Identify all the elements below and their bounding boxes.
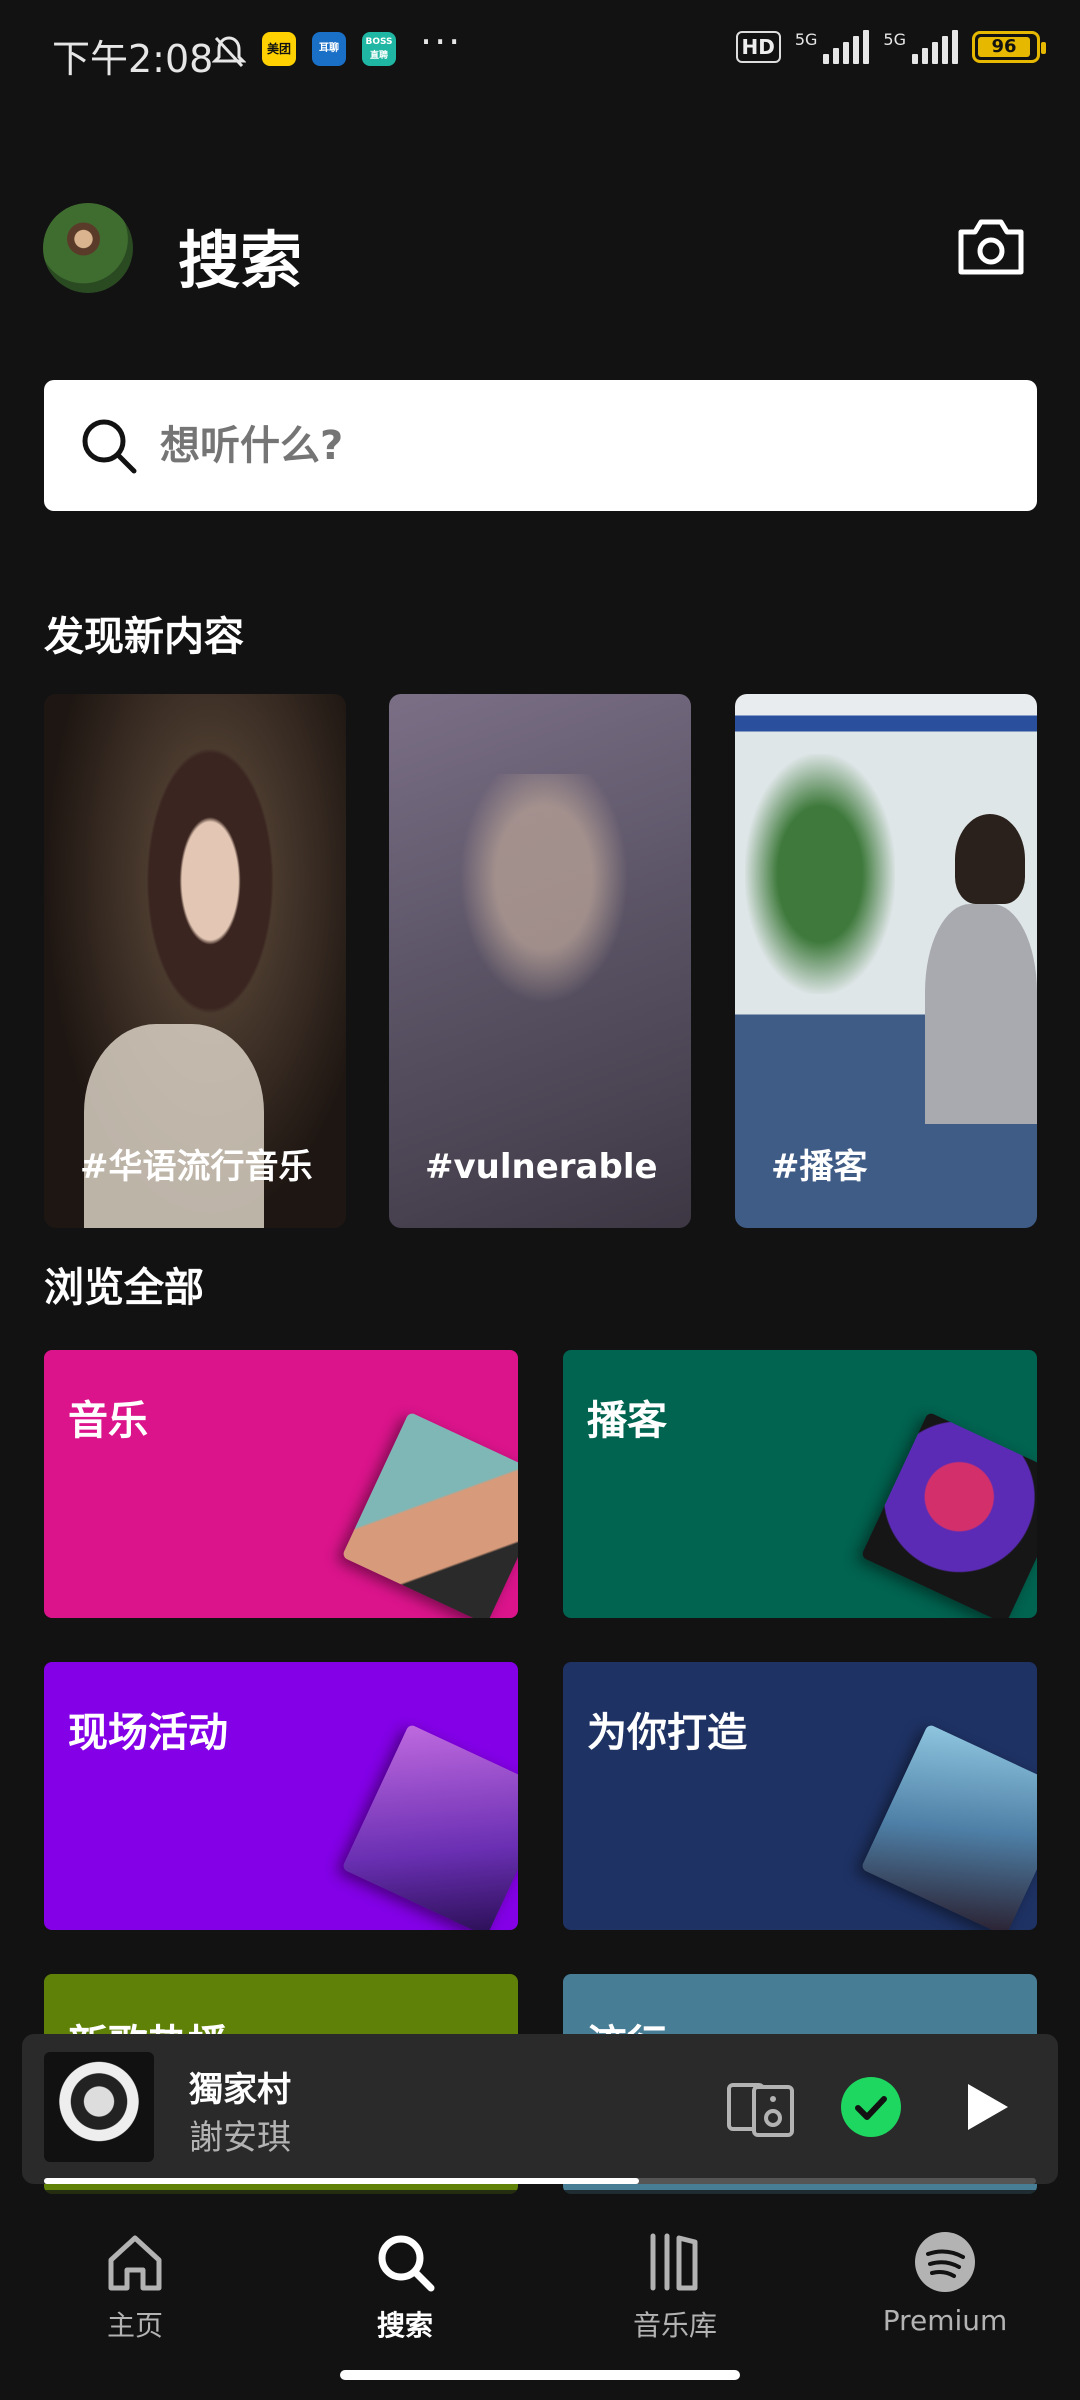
boss-zhipin-app-icon: BOSS直聘 [362,32,396,66]
track-title: 獨家村 [189,2070,291,2110]
tile-artwork [341,1411,518,1618]
app-notification-icon: 耳聊 [312,32,346,66]
camera-icon[interactable] [955,214,1027,278]
now-playing-bar[interactable]: 獨家村 謝安琪 [22,2034,1058,2184]
browse-tile-music[interactable]: 音乐 [44,1350,518,1618]
discover-card-tag: #华语流行音乐 [80,1147,313,1187]
nav-premium[interactable]: Premium [845,2230,1045,2337]
discover-card[interactable]: #vulnerable [389,694,691,1228]
play-icon[interactable] [962,2080,1012,2134]
nav-home[interactable]: 主页 [35,2230,235,2344]
playback-progress[interactable] [44,2178,1036,2184]
discover-card[interactable]: #播客 [735,694,1037,1228]
signal-strength-icon [912,30,958,64]
page-title: 搜索 [178,224,303,297]
home-icon [108,2235,162,2291]
home-indicator[interactable] [340,2370,740,2380]
discover-section-title: 发现新内容 [44,614,244,660]
album-art [44,2052,154,2162]
search-input[interactable] [160,422,960,469]
library-icon [650,2233,698,2291]
nav-library[interactable]: 音乐库 [575,2230,775,2344]
browse-section-title: 浏览全部 [44,1265,204,1311]
signal-strength-icon [823,30,870,64]
spotify-icon [915,2232,975,2292]
connect-device-icon[interactable] [726,2082,796,2138]
status-time: 下午2:08 [52,37,214,81]
meituan-app-icon: 美团 [262,32,296,66]
browse-tile-podcasts[interactable]: 播客 [563,1350,1037,1618]
search-bar[interactable] [44,380,1037,511]
battery-icon: 96 [972,31,1046,63]
mute-bell-icon [212,36,246,68]
tile-artwork [860,1723,1037,1930]
browse-tile-made-for-you[interactable]: 为你打造 [563,1662,1037,1930]
more-notifications-icon: ··· [420,20,463,64]
browse-tile-live-events[interactable]: 现场活动 [44,1662,518,1930]
discover-card[interactable]: #华语流行音乐 [44,694,346,1228]
search-icon [378,2235,435,2292]
discover-card-tag: #播客 [771,1147,868,1187]
profile-avatar[interactable] [43,203,133,293]
nav-search[interactable]: 搜索 [305,2230,505,2344]
tile-artwork [860,1411,1037,1618]
hd-voice-icon: HD [735,31,781,63]
bottom-nav: 主页 搜索 音乐库 Premium [0,2190,1080,2400]
tile-artwork [341,1723,518,1930]
search-icon [82,419,137,473]
liked-check-icon[interactable] [840,2076,902,2138]
status-bar: 下午2:08 美团 耳聊 BOSS直聘 ··· HD 5G 5G 96 [0,0,1080,100]
discover-card-tag: #vulnerable [425,1147,658,1187]
track-artist: 謝安琪 [189,2118,291,2158]
